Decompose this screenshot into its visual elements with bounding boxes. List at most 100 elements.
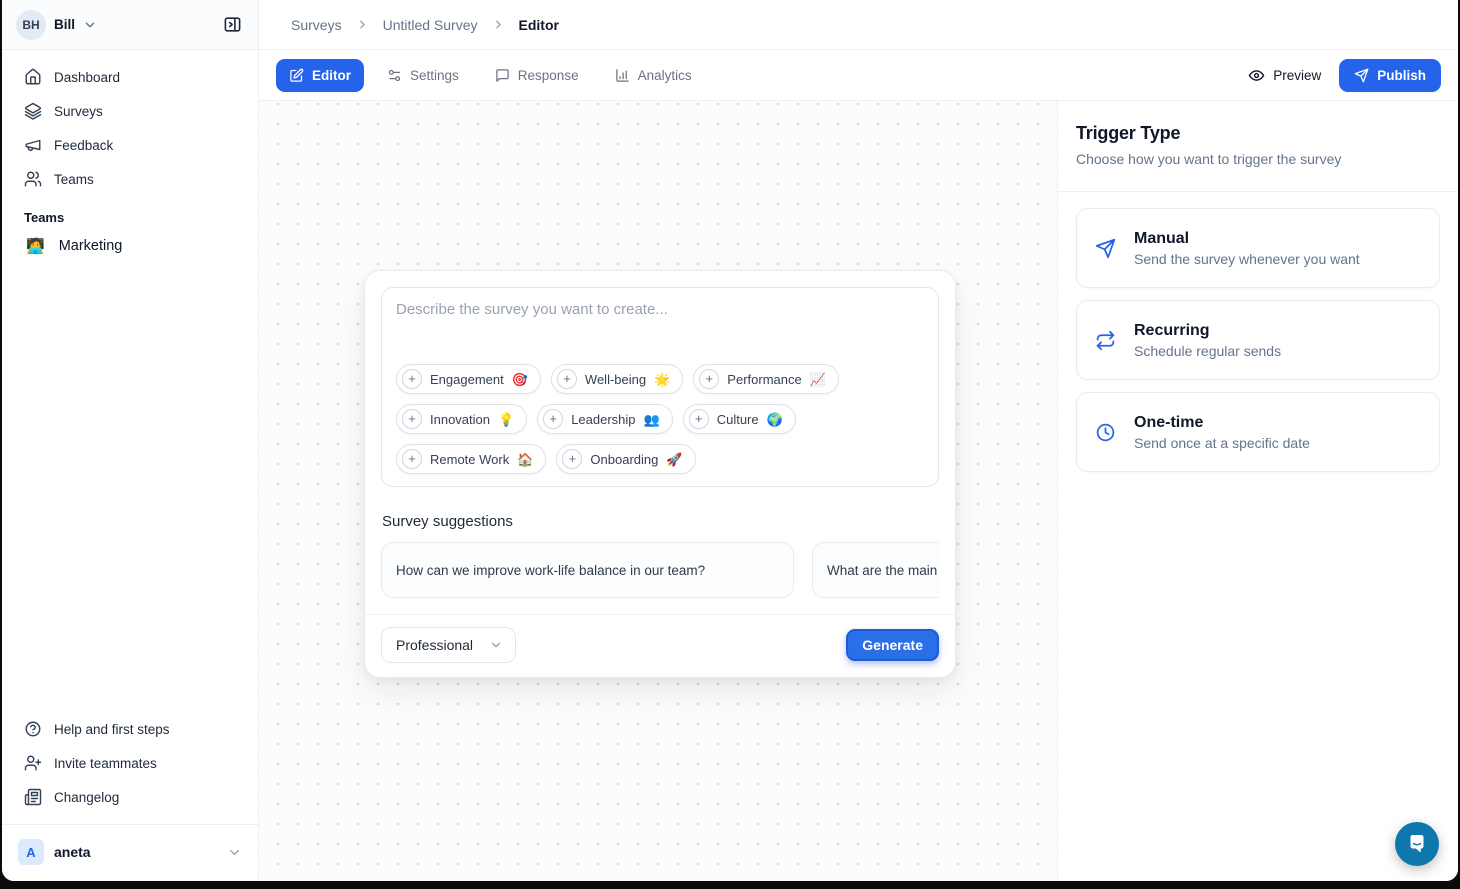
trigger-option-title: Recurring [1134,322,1281,340]
sidebar-item-label: Help and first steps [54,722,170,737]
sidebar-item-help[interactable]: Help and first steps [14,713,246,745]
send-icon [1095,238,1116,259]
plus-icon: + [402,409,422,429]
breadcrumb-untitled-survey[interactable]: Untitled Survey [383,17,478,33]
topic-chip-well-being[interactable]: +Well-being🌟 [551,364,683,394]
eye-icon [1248,67,1265,84]
sidebar-item-teams[interactable]: Teams [14,163,246,195]
panel-right-icon [223,15,242,34]
trigger-option-recurring[interactable]: Recurring Schedule regular sends [1076,300,1440,380]
account-name: aneta [54,844,91,860]
chevron-down-icon [227,845,242,860]
clock-icon [1095,422,1116,443]
trigger-panel-title: Trigger Type [1076,123,1440,144]
suggestion-card[interactable]: How can we improve work-life balance in … [381,542,794,598]
sidebar-item-label: Changelog [54,790,119,805]
breadcrumb: Surveys Untitled Survey Editor [259,0,1458,49]
chart-emoji: 📈 [810,373,826,386]
users-icon [24,170,42,188]
chevron-down-icon [489,638,503,652]
publish-label: Publish [1377,68,1426,83]
team-emoji: 🧑‍💻 [26,239,45,254]
send-icon [1354,68,1369,83]
plus-icon: + [543,409,563,429]
topic-chip-leadership[interactable]: +Leadership👥 [537,404,673,434]
survey-composer-card: +Engagement🎯 +Well-being🌟 +Performance📈 … [364,270,956,678]
pencil-square-icon [289,68,304,83]
sidebar-header: BH Bill [2,0,259,49]
people-emoji: 👥 [644,413,660,426]
target-emoji: 🎯 [512,373,528,386]
top-bar: BH Bill Surveys Untitled Survey Editor [2,0,1458,50]
app-window: BH Bill Surveys Untitled Survey Editor [2,0,1458,881]
teams-section-label: Teams [24,210,236,225]
sidebar-item-changelog[interactable]: Changelog [14,781,246,813]
topic-chips: +Engagement🎯 +Well-being🌟 +Performance📈 … [396,364,924,474]
publish-button[interactable]: Publish [1339,59,1441,92]
account-menu[interactable]: A aneta [2,825,258,881]
sidebar-item-label: Invite teammates [54,756,157,771]
tabs: Editor Settings Response Analytics [276,59,705,92]
workspace-switcher[interactable]: BH Bill [16,10,97,40]
team-name: Marketing [59,238,123,254]
trigger-option-title: Manual [1134,230,1360,248]
user-plus-icon [24,754,42,772]
tab-settings[interactable]: Settings [374,59,472,92]
topic-chip-culture[interactable]: +Culture🌍 [683,404,796,434]
suggestion-card[interactable]: What are the main ob [812,542,939,598]
sidebar: Dashboard Surveys Feedback Teams Teams 🧑… [2,50,259,881]
help-circle-icon [24,720,42,738]
tab-response[interactable]: Response [482,59,592,92]
trigger-option-description: Schedule regular sends [1134,343,1281,359]
toolbar-actions: Preview Publish [1248,59,1441,92]
tab-label: Editor [312,68,351,83]
sidebar-item-feedback[interactable]: Feedback [14,129,246,161]
preview-button[interactable]: Preview [1248,67,1321,84]
sidebar-item-label: Feedback [54,138,113,153]
survey-prompt-input[interactable] [396,301,924,364]
trigger-options: ManualSend the survey whenever you want … [1058,192,1458,488]
workarea: +Engagement🎯 +Well-being🌟 +Performance📈 … [259,101,1458,881]
tone-select[interactable]: Professional [381,627,516,663]
chevron-right-icon [356,18,369,31]
prompt-box: +Engagement🎯 +Well-being🌟 +Performance📈 … [381,287,939,487]
sidebar-team-marketing[interactable]: 🧑‍💻 Marketing [14,231,246,261]
topic-chip-performance[interactable]: +Performance📈 [693,364,839,394]
survey-suggestions-row: How can we improve work-life balance in … [381,542,939,598]
chat-launcher-button[interactable] [1395,822,1439,866]
plus-icon: + [562,449,582,469]
rocket-emoji: 🚀 [666,453,682,466]
plus-icon: + [402,449,422,469]
globe-emoji: 🌍 [767,413,783,426]
home-icon [24,68,42,86]
tab-label: Settings [410,68,459,83]
sidebar-spacer [2,263,258,712]
trigger-option-description: Send the survey whenever you want [1134,251,1360,267]
tab-editor[interactable]: Editor [276,59,364,92]
newspaper-icon [24,788,42,806]
sidebar-item-label: Surveys [54,104,103,119]
sidebar-toggle-button[interactable] [218,11,246,39]
trigger-option-title: One-time [1134,414,1310,432]
workspace-avatar: BH [16,10,46,40]
topic-chip-remote-work[interactable]: +Remote Work🏠 [396,444,546,474]
trigger-option-one-time[interactable]: One-timeSend once at a specific date [1076,392,1440,472]
sidebar-item-surveys[interactable]: Surveys [14,95,246,127]
trigger-type-panel: Trigger Type Choose how you want to trig… [1057,101,1458,881]
message-square-icon [495,68,510,83]
star-emoji: 🌟 [654,373,670,386]
topic-chip-onboarding[interactable]: +Onboarding🚀 [556,444,695,474]
plus-icon: + [402,369,422,389]
trigger-panel-subtitle: Choose how you want to trigger the surve… [1076,151,1440,167]
plus-icon: + [689,409,709,429]
sidebar-item-dashboard[interactable]: Dashboard [14,61,246,93]
sidebar-item-invite-teammates[interactable]: Invite teammates [14,747,246,779]
tab-analytics[interactable]: Analytics [602,59,705,92]
topic-chip-innovation[interactable]: +Innovation💡 [396,404,527,434]
composer-footer: Professional Generate [365,614,955,677]
generate-button[interactable]: Generate [846,629,939,661]
topic-chip-engagement[interactable]: +Engagement🎯 [396,364,541,394]
trigger-option-manual[interactable]: Manual Send the survey whenever you want [1076,208,1440,288]
main-content: Editor Settings Response Analytics [259,50,1458,881]
breadcrumb-surveys[interactable]: Surveys [291,17,342,33]
